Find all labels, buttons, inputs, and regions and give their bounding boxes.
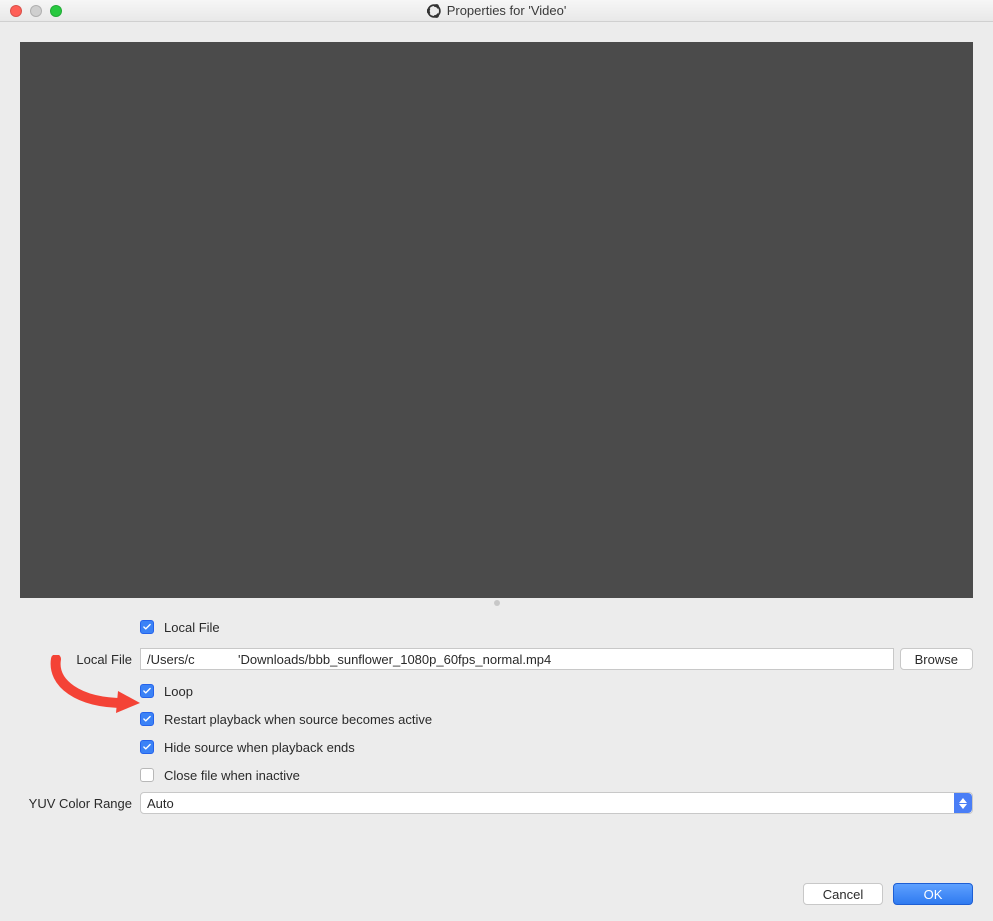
local-file-input[interactable] — [140, 648, 894, 670]
chevron-updown-icon — [954, 793, 972, 813]
video-preview — [20, 42, 973, 598]
close-file-checkbox[interactable] — [140, 768, 154, 782]
maximize-window-button[interactable] — [50, 5, 62, 17]
restart-playback-label: Restart playback when source becomes act… — [164, 712, 432, 727]
yuv-color-range-select[interactable]: Auto — [140, 792, 973, 814]
minimize-window-button[interactable] — [30, 5, 42, 17]
hide-source-checkbox[interactable] — [140, 740, 154, 754]
titlebar: Properties for 'Video' — [0, 0, 993, 22]
hide-source-label: Hide source when playback ends — [164, 740, 355, 755]
cancel-button[interactable]: Cancel — [803, 883, 883, 905]
resize-handle[interactable] — [494, 600, 500, 606]
yuv-color-range-value: Auto — [147, 796, 174, 811]
close-file-label: Close file when inactive — [164, 768, 300, 783]
yuv-color-range-label: YUV Color Range — [20, 796, 140, 811]
local-file-checkbox[interactable] — [140, 620, 154, 634]
local-file-checkbox-label: Local File — [164, 620, 220, 635]
restart-playback-checkbox[interactable] — [140, 712, 154, 726]
obs-icon — [427, 4, 441, 18]
close-window-button[interactable] — [10, 5, 22, 17]
window-title: Properties for 'Video' — [447, 3, 567, 18]
loop-label: Loop — [164, 684, 193, 699]
preview-area — [0, 22, 993, 608]
properties-form: Local File Local File Browse Loop — [0, 608, 993, 820]
browse-button[interactable]: Browse — [900, 648, 973, 670]
local-file-label: Local File — [20, 652, 140, 667]
loop-checkbox[interactable] — [140, 684, 154, 698]
traffic-lights — [0, 5, 62, 17]
dialog-footer: Cancel OK — [0, 873, 993, 921]
ok-button[interactable]: OK — [893, 883, 973, 905]
